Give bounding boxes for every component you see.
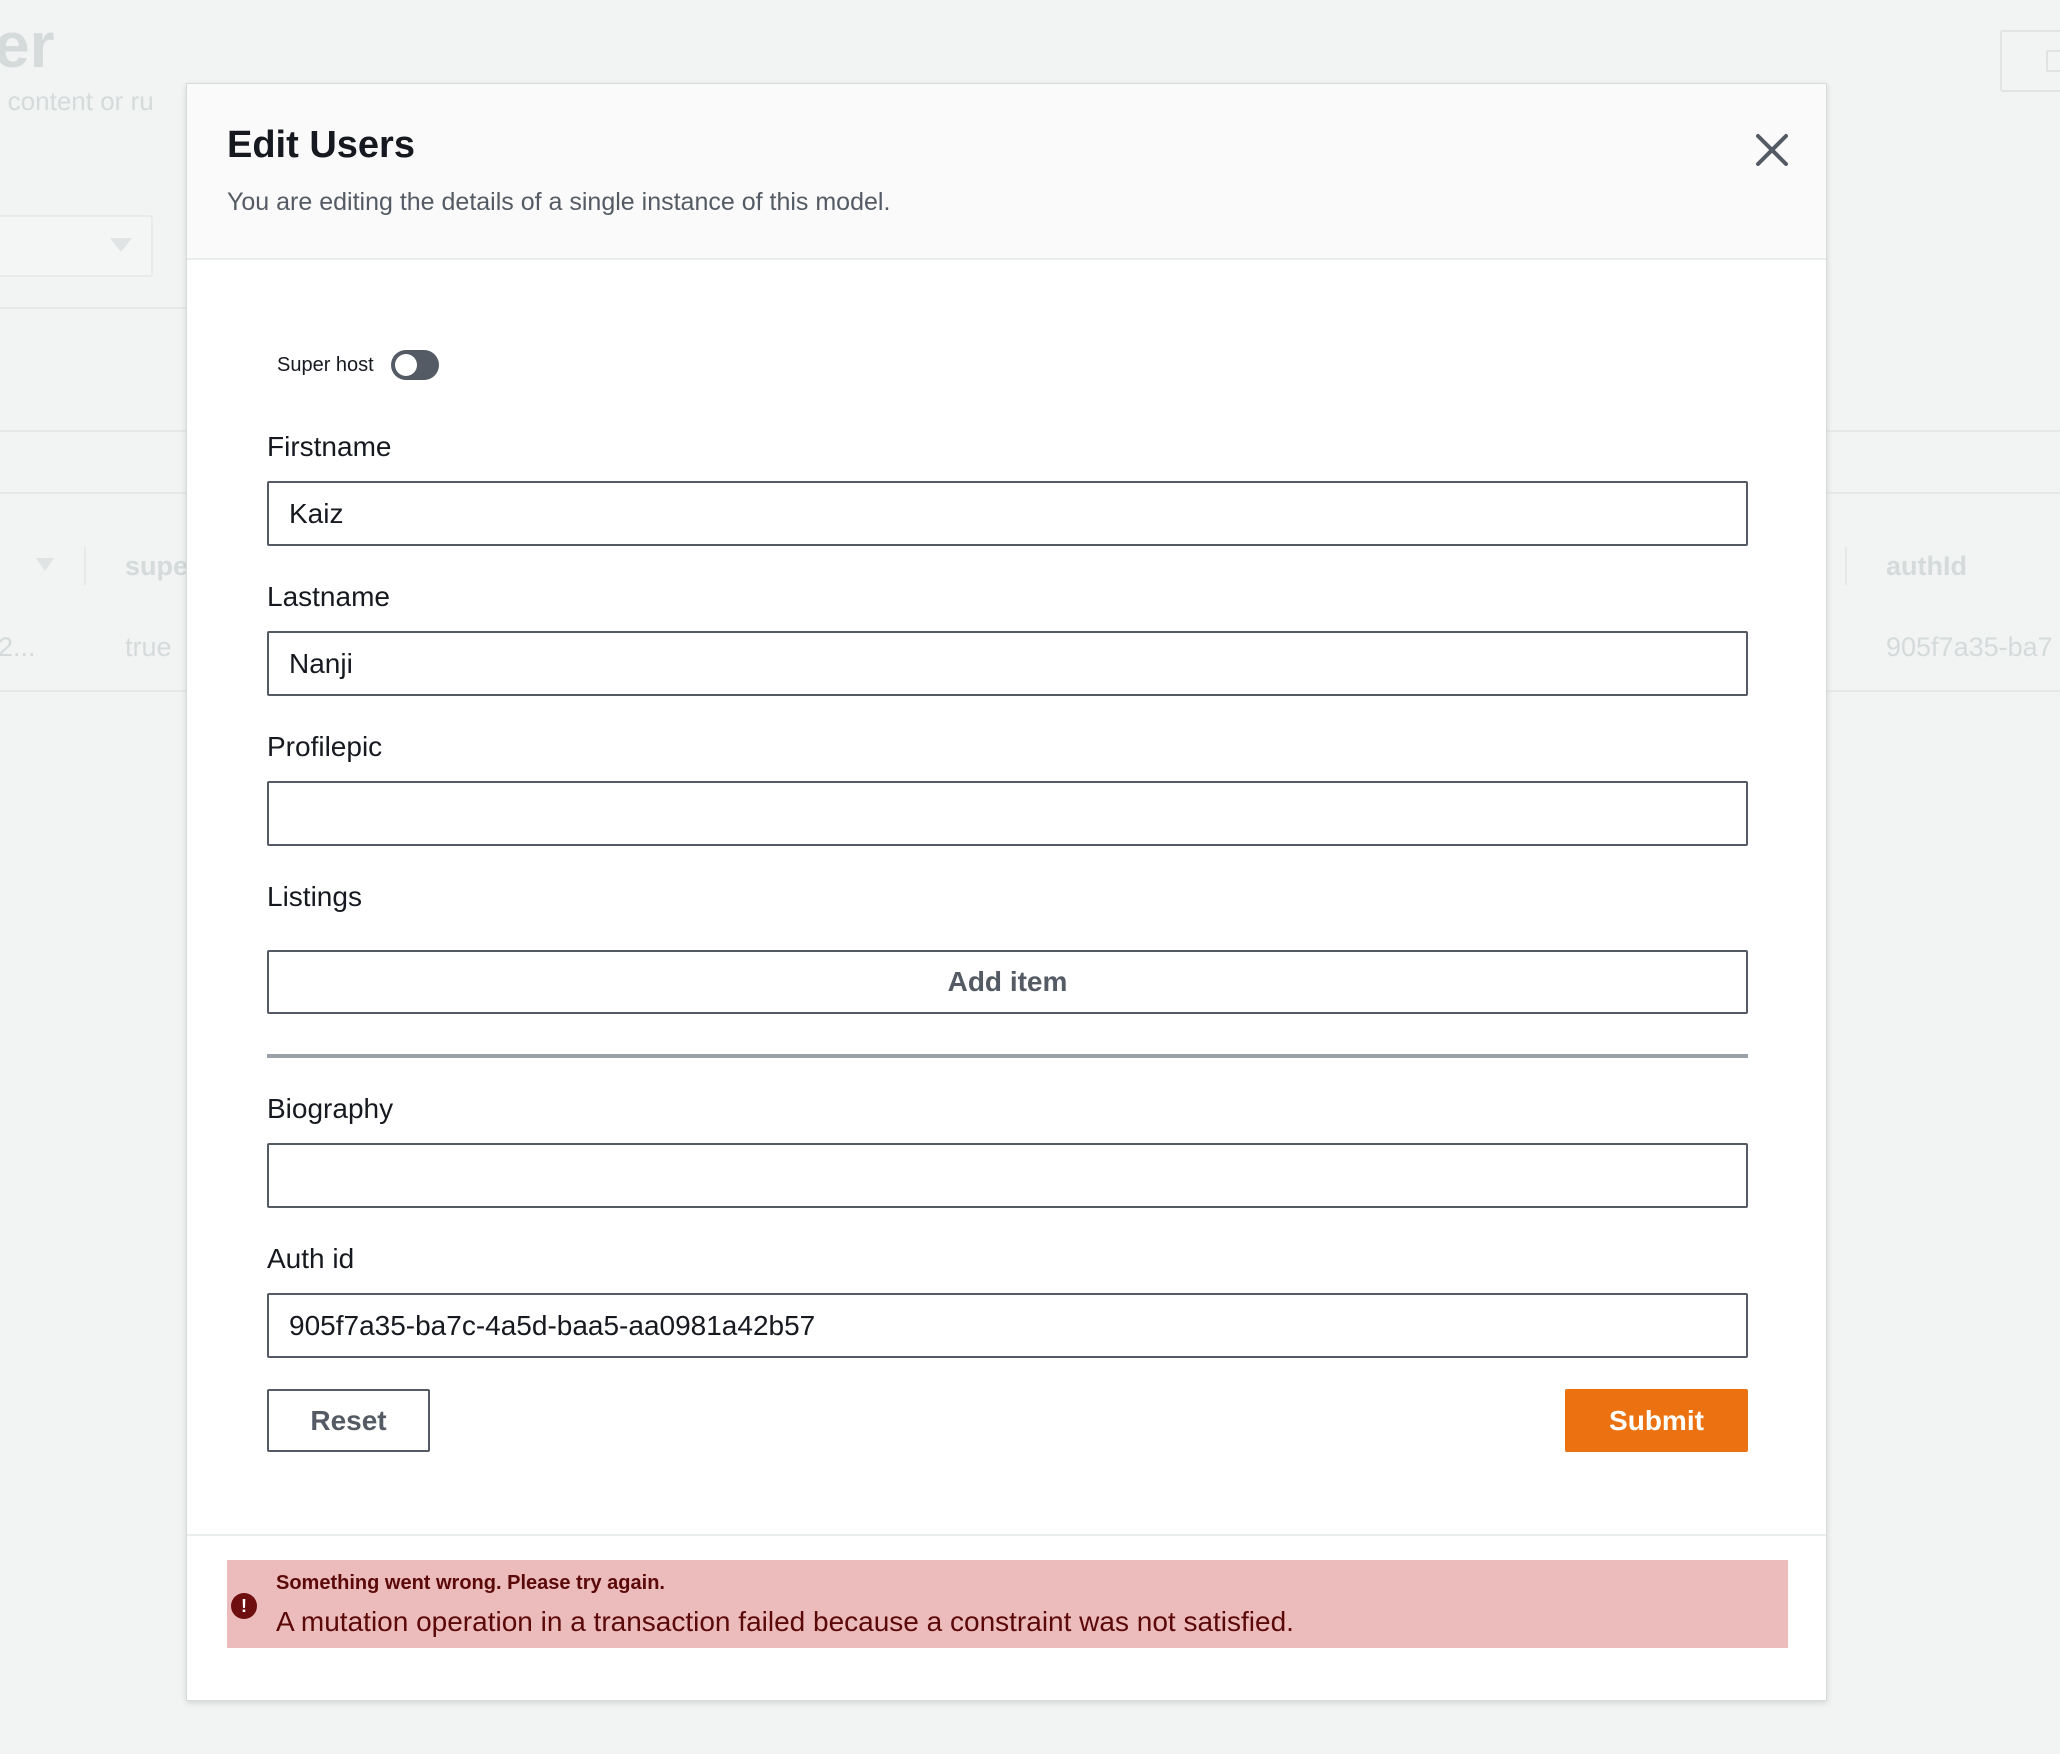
- column-header-superhost: supe: [125, 551, 189, 581]
- authid-input[interactable]: [267, 1293, 1748, 1358]
- column-header-authid: authId: [1886, 551, 1967, 581]
- add-item-button[interactable]: Add item: [267, 950, 1748, 1014]
- modal-description: You are editing the details of a single …: [227, 188, 891, 216]
- footer-divider: [187, 1534, 1826, 1536]
- caret-down-icon: [110, 238, 132, 252]
- close-icon[interactable]: [1750, 128, 1794, 172]
- page-title: er: [0, 9, 55, 81]
- table-cell-superhost: true: [125, 632, 172, 662]
- divider: [1826, 430, 2060, 432]
- page-subtitle: o content or ru: [0, 86, 154, 116]
- firstname-label: Firstname: [267, 431, 392, 462]
- divider: [0, 492, 190, 494]
- listings-divider: [267, 1054, 1748, 1058]
- listings-label: Listings: [267, 881, 362, 912]
- superhost-label: Super host: [277, 354, 374, 376]
- biography-input[interactable]: [267, 1143, 1748, 1208]
- divider: [0, 430, 190, 432]
- external-icon: [2046, 50, 2060, 72]
- error-icon: !: [231, 1593, 257, 1619]
- table-cell-authid: 905f7a35-ba7: [1886, 632, 2053, 662]
- modal-header: Edit Users You are editing the details o…: [187, 84, 1826, 260]
- table-cell-id: 2...: [0, 632, 36, 662]
- profilepic-input[interactable]: [267, 781, 1748, 846]
- profilepic-label: Profilepic: [267, 731, 383, 762]
- authid-label: Auth id: [267, 1243, 355, 1274]
- divider: [0, 307, 190, 309]
- lastname-input[interactable]: [267, 631, 1748, 696]
- error-alert: ! Something went wrong. Please try again…: [227, 1560, 1788, 1648]
- toggle-knob: [395, 354, 417, 376]
- edit-users-modal: Edit Users You are editing the details o…: [186, 83, 1827, 1701]
- column-separator: [1845, 547, 1847, 585]
- error-title: Something went wrong. Please try again.: [276, 1572, 665, 1594]
- lastname-label: Lastname: [267, 581, 390, 612]
- error-message: A mutation operation in a transaction fa…: [276, 1606, 1294, 1637]
- firstname-input[interactable]: [267, 481, 1748, 546]
- column-separator: [84, 547, 86, 585]
- divider: [1826, 492, 2060, 494]
- superhost-toggle[interactable]: [391, 350, 439, 380]
- submit-button[interactable]: Submit: [1565, 1389, 1748, 1452]
- reset-button[interactable]: Reset: [267, 1389, 430, 1452]
- modal-title: Edit Users: [227, 124, 415, 166]
- sort-icon: [36, 558, 54, 571]
- biography-label: Biography: [267, 1093, 394, 1124]
